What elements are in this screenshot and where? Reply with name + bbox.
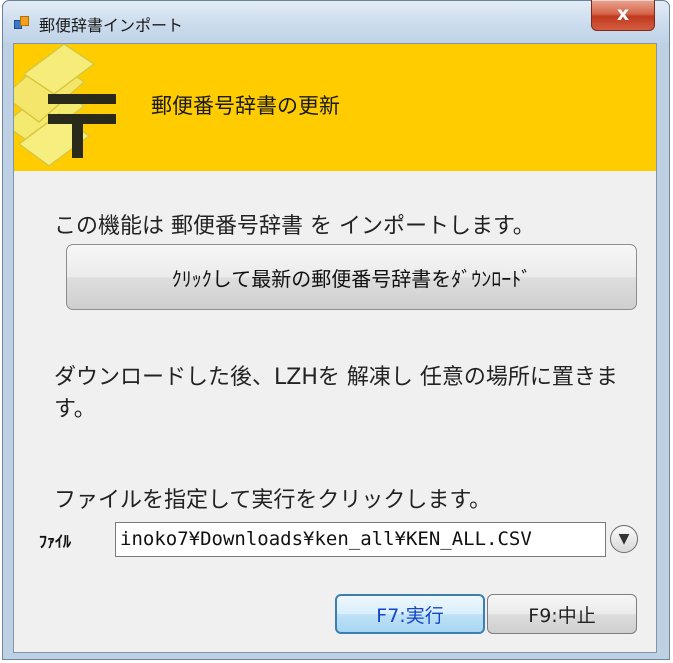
banner-title: 郵便番号辞書の更新 [151, 94, 340, 118]
description-text: この機能は 郵便番号辞書 を インポートします。 [54, 214, 535, 239]
window-title: 郵便辞書インポート [39, 16, 184, 35]
postal-mark-icon [14, 44, 116, 167]
after-download-text: ダウンロードした後、LZHを 解凍し 任意の場所に置きます。 [54, 365, 618, 422]
cancel-button-label: F9:中止 [528, 604, 596, 627]
download-button[interactable]: ｸﾘｯｸして最新の郵便番号辞書をﾀﾞｳﾝﾛｰﾄﾞ [66, 244, 637, 310]
file-path-input[interactable]: inoko7¥Downloads¥ken_all¥KEN_ALL.CSV [115, 522, 606, 557]
title-bar[interactable]: 郵便辞書インポート x [3, 0, 669, 43]
dialog-window: 郵便辞書インポート x 郵便番号辞書の更新 この機能は 郵便番号辞書 を インポ… [2, 0, 670, 660]
app-icon [14, 16, 29, 29]
instruction-text: ファイルを指定して実行をクリックします。 [54, 488, 492, 513]
header-banner: 郵便番号辞書の更新 [14, 44, 656, 171]
dialog-content: 郵便番号辞書の更新 この機能は 郵便番号辞書 を インポートします。 ｸﾘｯｸし… [13, 43, 657, 653]
chevron-down-icon: ▼ [618, 531, 630, 547]
download-button-label: ｸﾘｯｸして最新の郵便番号辞書をﾀﾞｳﾝﾛｰﾄﾞ [171, 266, 532, 291]
execute-button[interactable]: F7:実行 [335, 594, 485, 634]
file-browse-button[interactable]: ▼ [610, 525, 638, 553]
file-label: ﾌｧｲﾙ [39, 532, 72, 551]
close-button[interactable]: x [591, 0, 655, 31]
cancel-button[interactable]: F9:中止 [487, 594, 637, 634]
execute-button-label: F7:実行 [376, 604, 444, 627]
